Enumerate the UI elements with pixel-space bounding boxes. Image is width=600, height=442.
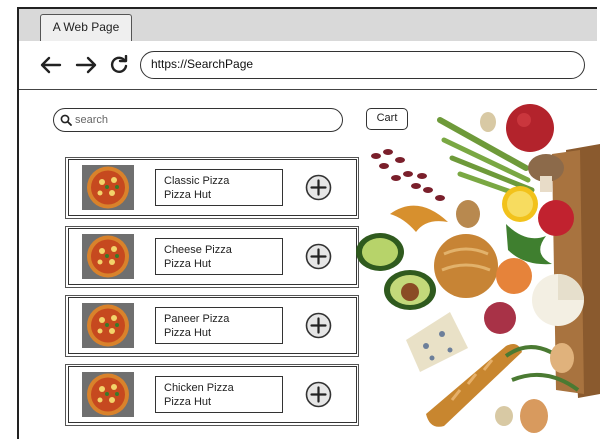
- add-to-cart-button[interactable]: [305, 243, 332, 270]
- forward-button[interactable]: [73, 52, 99, 78]
- product-info: Chicken Pizza Pizza Hut: [155, 376, 283, 413]
- add-to-cart-button[interactable]: [305, 174, 332, 201]
- pizza-image: [82, 303, 134, 348]
- plus-circle-icon: [305, 243, 332, 270]
- product-name: Classic Pizza: [164, 175, 230, 187]
- product-name: Paneer Pizza: [164, 313, 230, 325]
- plus-circle-icon: [305, 312, 332, 339]
- browser-tab[interactable]: A Web Page: [40, 14, 132, 41]
- plus-circle-icon: [305, 174, 332, 201]
- pizza-image: [82, 234, 134, 279]
- pizza-image: [82, 372, 134, 417]
- product-info: Paneer Pizza Pizza Hut: [155, 307, 283, 344]
- add-to-cart-button[interactable]: [305, 312, 332, 339]
- search-icon: [60, 114, 72, 126]
- pizza-image: [82, 165, 134, 210]
- arrow-right-icon: [75, 56, 97, 74]
- product-row: Paneer Pizza Pizza Hut: [65, 295, 359, 357]
- product-info: Classic Pizza Pizza Hut: [155, 169, 283, 206]
- plus-circle-icon: [305, 381, 332, 408]
- product-row: Chicken Pizza Pizza Hut: [65, 364, 359, 426]
- groceries-image: [356, 104, 600, 433]
- back-button[interactable]: [38, 52, 64, 78]
- product-name: Cheese Pizza: [164, 244, 232, 256]
- product-store: Pizza Hut: [164, 396, 212, 408]
- reload-icon: [110, 55, 128, 73]
- search-input[interactable]: [75, 114, 325, 126]
- product-name: Chicken Pizza: [164, 382, 234, 394]
- address-bar[interactable]: https://SearchPage: [140, 51, 585, 79]
- product-store: Pizza Hut: [164, 258, 212, 270]
- product-store: Pizza Hut: [164, 327, 212, 339]
- product-row: Cheese Pizza Pizza Hut: [65, 226, 359, 288]
- product-row: Classic Pizza Pizza Hut: [65, 157, 359, 219]
- arrow-left-icon: [40, 56, 62, 74]
- add-to-cart-button[interactable]: [305, 381, 332, 408]
- search-field[interactable]: [53, 108, 343, 132]
- product-store: Pizza Hut: [164, 189, 212, 201]
- product-info: Cheese Pizza Pizza Hut: [155, 238, 283, 275]
- reload-button[interactable]: [106, 52, 132, 78]
